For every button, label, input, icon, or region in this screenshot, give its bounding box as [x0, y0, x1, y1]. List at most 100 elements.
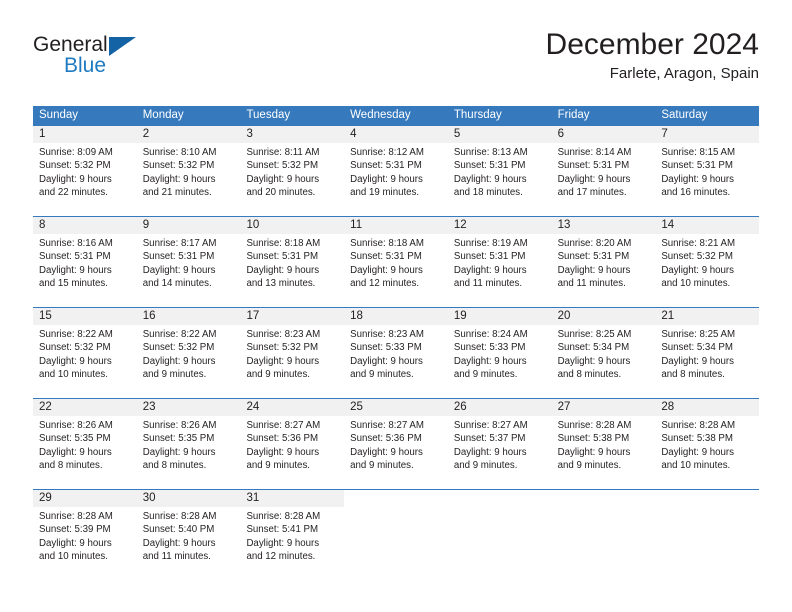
sunrise-text: Sunrise: 8:09 AM: [39, 147, 113, 158]
daylight-text-line2: and 12 minutes.: [246, 550, 316, 562]
sunrise-text: Sunrise: 8:24 AM: [453, 329, 528, 340]
day-cell[interactable]: 11 Sunrise: 8:18 AM Sunset: 5:31 PM Dayl…: [344, 217, 448, 307]
sunrise-text: Sunrise: 8:15 AM: [661, 147, 736, 158]
sunrise-text: Sunrise: 8:23 AM: [246, 329, 321, 340]
day-info: Sunrise: 8:18 AM Sunset: 5:31 PM Dayligh…: [344, 234, 448, 290]
day-cell[interactable]: 28 Sunrise: 8:28 AM Sunset: 5:38 PM Dayl…: [655, 399, 760, 489]
day-cell[interactable]: 9 Sunrise: 8:17 AM Sunset: 5:31 PM Dayli…: [136, 217, 241, 307]
page-header: General Blue December 2024 Farlete, Arag…: [33, 28, 759, 94]
day-number-band: 6: [551, 126, 656, 143]
day-number: 7: [661, 128, 668, 140]
sunrise-text: Sunrise: 8:11 AM: [246, 147, 320, 158]
generalblue-logo[interactable]: General Blue: [33, 34, 163, 84]
day-cell[interactable]: 25 Sunrise: 8:27 AM Sunset: 5:36 PM Dayl…: [344, 399, 448, 489]
day-cell[interactable]: 1 Sunrise: 8:09 AM Sunset: 5:32 PM Dayli…: [33, 126, 137, 216]
page-title: December 2024: [545, 28, 759, 61]
day-number-band: 5: [447, 126, 552, 143]
sunrise-text: Sunrise: 8:22 AM: [142, 329, 217, 340]
day-cell[interactable]: 16 Sunrise: 8:22 AM Sunset: 5:32 PM Dayl…: [136, 308, 241, 398]
day-cell[interactable]: 14 Sunrise: 8:21 AM Sunset: 5:32 PM Dayl…: [655, 217, 760, 307]
day-number-band: [344, 490, 448, 507]
sunrise-text: Sunrise: 8:20 AM: [557, 238, 632, 249]
daylight-text-line2: and 14 minutes.: [142, 277, 212, 289]
day-cell[interactable]: 10 Sunrise: 8:18 AM Sunset: 5:31 PM Dayl…: [240, 217, 345, 307]
daylight-text-line1: Daylight: 9 hours: [142, 537, 216, 549]
day-number-band: 17: [240, 308, 345, 325]
daylight-text-line1: Daylight: 9 hours: [453, 264, 527, 276]
day-cell[interactable]: 15 Sunrise: 8:22 AM Sunset: 5:32 PM Dayl…: [33, 308, 137, 398]
day-number: 19: [453, 310, 467, 322]
week-row: 29 Sunrise: 8:28 AM Sunset: 5:39 PM Dayl…: [33, 489, 759, 574]
day-info: Sunrise: 8:23 AM Sunset: 5:32 PM Dayligh…: [240, 325, 344, 381]
day-cell[interactable]: 17 Sunrise: 8:23 AM Sunset: 5:32 PM Dayl…: [240, 308, 345, 398]
sunrise-text: Sunrise: 8:14 AM: [557, 147, 632, 158]
sunset-text: Sunset: 5:31 PM: [39, 251, 111, 263]
day-cell[interactable]: 24 Sunrise: 8:27 AM Sunset: 5:36 PM Dayl…: [240, 399, 345, 489]
day-info: Sunrise: 8:11 AM Sunset: 5:32 PM Dayligh…: [240, 143, 344, 199]
day-number: 10: [246, 219, 260, 231]
sunrise-text: Sunrise: 8:23 AM: [350, 329, 424, 340]
daylight-text-line2: and 13 minutes.: [246, 277, 316, 289]
day-number-band: [448, 490, 552, 507]
sunrise-text: Sunrise: 8:12 AM: [350, 147, 424, 158]
day-number-band: 15: [33, 308, 137, 325]
day-number: 2: [142, 128, 150, 140]
daylight-text-line2: and 10 minutes.: [39, 550, 108, 562]
sunset-text: Sunset: 5:34 PM: [661, 342, 733, 354]
day-number: 30: [142, 492, 156, 504]
daylight-text-line1: Daylight: 9 hours: [39, 264, 112, 276]
sunrise-text: Sunrise: 8:19 AM: [453, 238, 528, 249]
day-cell[interactable]: 22 Sunrise: 8:26 AM Sunset: 5:35 PM Dayl…: [33, 399, 137, 489]
daylight-text-line2: and 10 minutes.: [39, 368, 108, 380]
calendar-grid: Sunday Monday Tuesday Wednesday Thursday…: [33, 106, 760, 574]
day-cell[interactable]: 20 Sunrise: 8:25 AM Sunset: 5:34 PM Dayl…: [551, 308, 656, 398]
day-cell[interactable]: 2 Sunrise: 8:10 AM Sunset: 5:32 PM Dayli…: [136, 126, 241, 216]
sunrise-text: Sunrise: 8:27 AM: [453, 420, 528, 431]
day-cell[interactable]: 23 Sunrise: 8:26 AM Sunset: 5:35 PM Dayl…: [136, 399, 241, 489]
day-cell[interactable]: 26 Sunrise: 8:27 AM Sunset: 5:37 PM Dayl…: [447, 399, 552, 489]
day-number-band: 9: [136, 217, 241, 234]
daylight-text-line1: Daylight: 9 hours: [142, 355, 216, 367]
day-info: Sunrise: 8:27 AM Sunset: 5:36 PM Dayligh…: [344, 416, 448, 472]
daylight-text-line1: Daylight: 9 hours: [661, 355, 735, 367]
daylight-text-line2: and 11 minutes.: [453, 277, 523, 289]
day-cell[interactable]: 21 Sunrise: 8:25 AM Sunset: 5:34 PM Dayl…: [655, 308, 760, 398]
day-number-band: 19: [447, 308, 552, 325]
sunset-text: Sunset: 5:32 PM: [39, 342, 111, 354]
sunrise-text: Sunrise: 8:16 AM: [39, 238, 113, 249]
day-cell[interactable]: 13 Sunrise: 8:20 AM Sunset: 5:31 PM Dayl…: [551, 217, 656, 307]
day-cell[interactable]: 8 Sunrise: 8:16 AM Sunset: 5:31 PM Dayli…: [33, 217, 137, 307]
sunset-text: Sunset: 5:31 PM: [350, 160, 422, 172]
day-number-band: 25: [344, 399, 448, 416]
day-cell[interactable]: 18 Sunrise: 8:23 AM Sunset: 5:33 PM Dayl…: [344, 308, 448, 398]
day-info: Sunrise: 8:21 AM Sunset: 5:32 PM Dayligh…: [655, 234, 759, 290]
week-row: 15 Sunrise: 8:22 AM Sunset: 5:32 PM Dayl…: [33, 307, 760, 398]
day-number-band: 8: [33, 217, 137, 234]
sunrise-text: Sunrise: 8:28 AM: [557, 420, 632, 431]
day-number: 15: [39, 310, 52, 322]
day-cell[interactable]: 3 Sunrise: 8:11 AM Sunset: 5:32 PM Dayli…: [240, 126, 345, 216]
weekday-header-wednesday: Wednesday: [350, 109, 411, 121]
day-cell[interactable]: 12 Sunrise: 8:19 AM Sunset: 5:31 PM Dayl…: [447, 217, 552, 307]
sunrise-text: Sunrise: 8:28 AM: [39, 511, 113, 522]
day-cell[interactable]: 27 Sunrise: 8:28 AM Sunset: 5:38 PM Dayl…: [551, 399, 656, 489]
sunset-text: Sunset: 5:37 PM: [453, 433, 526, 445]
daylight-text-line2: and 21 minutes.: [142, 186, 212, 198]
day-cell[interactable]: 4 Sunrise: 8:12 AM Sunset: 5:31 PM Dayli…: [344, 126, 448, 216]
day-cell[interactable]: 5 Sunrise: 8:13 AM Sunset: 5:31 PM Dayli…: [447, 126, 552, 216]
sunset-text: Sunset: 5:31 PM: [557, 251, 630, 263]
day-cell[interactable]: 31 Sunrise: 8:28 AM Sunset: 5:41 PM Dayl…: [240, 490, 345, 574]
day-cell[interactable]: 7 Sunrise: 8:15 AM Sunset: 5:31 PM Dayli…: [655, 126, 760, 216]
day-number: 13: [557, 219, 571, 231]
day-cell-empty: [344, 490, 448, 574]
daylight-text-line2: and 16 minutes.: [661, 186, 731, 198]
logo-text-blue: Blue: [64, 54, 107, 77]
sunset-text: Sunset: 5:32 PM: [142, 160, 215, 172]
day-cell[interactable]: 6 Sunrise: 8:14 AM Sunset: 5:31 PM Dayli…: [551, 126, 656, 216]
day-cell[interactable]: 30 Sunrise: 8:28 AM Sunset: 5:40 PM Dayl…: [136, 490, 241, 574]
sunset-text: Sunset: 5:41 PM: [246, 524, 319, 536]
day-number-band: 2: [136, 126, 241, 143]
daylight-text-line1: Daylight: 9 hours: [142, 264, 216, 276]
day-cell[interactable]: 29 Sunrise: 8:28 AM Sunset: 5:39 PM Dayl…: [33, 490, 137, 574]
day-cell[interactable]: 19 Sunrise: 8:24 AM Sunset: 5:33 PM Dayl…: [447, 308, 552, 398]
